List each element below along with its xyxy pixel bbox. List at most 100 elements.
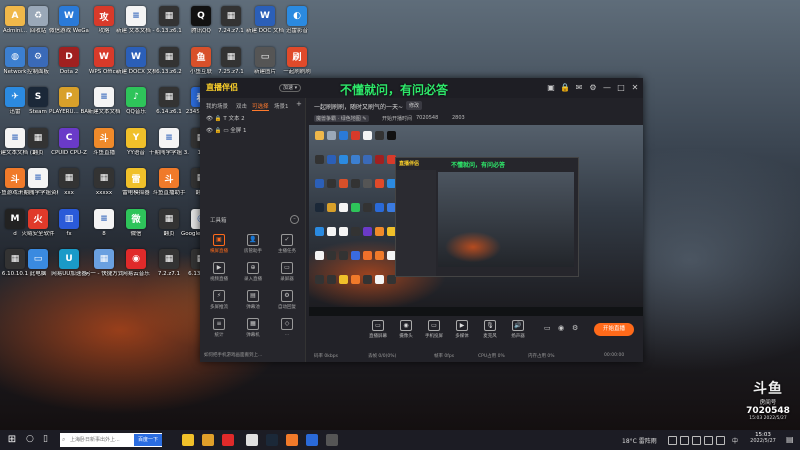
- toolbox-item[interactable]: ≡ 统计: [204, 318, 234, 344]
- desktop-icon-image: ▦: [59, 168, 79, 188]
- tab-my-scenes[interactable]: 我的场景: [206, 102, 228, 110]
- toolbox-item[interactable]: ▦ 弹幕机: [238, 318, 268, 344]
- toolbox-item-label: ...: [284, 332, 290, 337]
- add-scene-button[interactable]: +: [296, 100, 302, 108]
- source-tool-button[interactable]: ◉ 摄像头: [392, 320, 420, 339]
- help-tip-link[interactable]: 如何把手机游戏画面搬到上...: [204, 352, 262, 358]
- desktop-icon[interactable]: ◐ 迅雷影音: [277, 6, 317, 52]
- source-tool-button[interactable]: ▭ 直播屏幕: [364, 320, 392, 339]
- browser-icon[interactable]: [306, 434, 318, 446]
- toolbox-item-label: 统计: [214, 333, 224, 338]
- input-method-indicator[interactable]: 中: [732, 436, 738, 445]
- start-live-button[interactable]: 开始直播: [594, 323, 634, 336]
- toolbox-item[interactable]: ✓ 主播任务: [272, 234, 302, 260]
- chrome-icon[interactable]: [246, 434, 258, 446]
- live-companion-window[interactable]: 直播伴侣 加速 ▾ 不懂就问，有问必答 ▣ 🔒 ✉ ⚙ — □ ✕ 我的场景 双…: [200, 78, 643, 362]
- search-button[interactable]: 百度一下: [134, 434, 162, 446]
- status-duration: 00:00:00: [604, 353, 625, 358]
- desktop-icon-image: ▭: [255, 46, 275, 67]
- windows-start-icon[interactable]: ⊞: [6, 434, 18, 446]
- desktop-icon-label: QQ音乐: [126, 109, 146, 115]
- toolbox-item[interactable]: ▭ 录屏器: [272, 262, 302, 288]
- toolbox-item[interactable]: ◇...: [272, 318, 302, 344]
- search-input[interactable]: [70, 434, 134, 446]
- desktop-icon[interactable]: ▥ fx: [49, 208, 89, 255]
- douyu-companion-icon[interactable]: [286, 434, 298, 446]
- source-tool-icon: 🔊: [512, 320, 524, 331]
- desktop-icon-label: 翻页: [32, 149, 44, 156]
- record-icon[interactable]: ▭: [544, 324, 551, 332]
- tray-chevron-icon[interactable]: [668, 436, 677, 445]
- tab-double-click[interactable]: 双击: [236, 102, 247, 110]
- source-tool-button[interactable]: 🎙 麦克风: [476, 320, 504, 339]
- tab-selectable[interactable]: 可选择: [252, 102, 269, 111]
- stream-preview[interactable]: 直播伴侣 不懂就问，有问必答: [309, 125, 643, 316]
- source-tool-button[interactable]: ▶ 多媒体: [448, 320, 476, 339]
- preview-desktop-icon: [363, 275, 372, 284]
- tray-battery-icon[interactable]: [716, 436, 725, 445]
- desktop-icon-label: xxxxx: [95, 190, 113, 196]
- desktop-icon[interactable]: C CPUID CPU-Z: [49, 127, 89, 174]
- source-tool-button[interactable]: ▭ 手机投屏: [420, 320, 448, 339]
- app-icon[interactable]: [326, 434, 338, 446]
- toolbox-collapse-icon[interactable]: –: [290, 215, 299, 224]
- desktop-icon[interactable]: U 网易UU加速器: [49, 249, 89, 295]
- desktop-icon-image: ◉: [126, 249, 146, 269]
- preview-desktop-icon: [315, 251, 324, 260]
- toolbox-item-label: 弹幕池: [246, 305, 260, 310]
- shirt-icon[interactable]: ▣: [546, 83, 556, 93]
- taskbar-clock[interactable]: 15:03 2022/5/27: [748, 432, 778, 444]
- mail-icon[interactable]: ✉: [574, 83, 584, 93]
- settings-icon[interactable]: ⚙: [572, 324, 578, 332]
- toolbox-item-icon: ⚡: [213, 290, 225, 302]
- desktop-icon-image: ◐: [287, 6, 307, 26]
- weather-widget[interactable]: 18°C 雷阵雨: [622, 436, 657, 445]
- baidu-search-box[interactable]: ⌕ 百度一下: [60, 433, 162, 447]
- settings-icon[interactable]: ⚙: [588, 83, 598, 93]
- close-button[interactable]: ✕: [630, 83, 640, 93]
- preview-desktop-icon: [315, 179, 324, 188]
- desktop-icon-image: P: [59, 87, 79, 107]
- desktop-icon[interactable]: W 微信游戏 WeGame版: [49, 6, 89, 52]
- search-icon[interactable]: ○: [26, 434, 34, 444]
- steam-icon[interactable]: [266, 434, 278, 446]
- maximize-button[interactable]: □: [616, 83, 626, 93]
- edit-title-button[interactable]: 修改: [406, 101, 423, 110]
- toolbox-item[interactable]: ▶ 视频直播: [204, 262, 234, 288]
- preview-desktop-icon: [363, 203, 372, 212]
- category-label[interactable]: 魔兽争霸 · 绿色地图 ✎: [314, 115, 369, 122]
- tab-scene-1[interactable]: 场景1: [274, 102, 289, 110]
- desktop-icon[interactable]: ▦ xxx: [49, 168, 89, 214]
- lock-icon[interactable]: 🔒: [560, 83, 570, 93]
- tray-volume-icon[interactable]: [704, 436, 713, 445]
- tray-network-icon[interactable]: [692, 436, 701, 445]
- toolbox-item-label: 多屏推流: [210, 305, 228, 310]
- toolbox-item-icon: ◇: [281, 318, 293, 330]
- desktop-icon[interactable]: D Dota 2: [49, 46, 89, 93]
- desktop-icon-label: 雷电模拟器: [122, 190, 150, 196]
- toolbox-item[interactable]: ▣ 横屏直播: [204, 234, 234, 260]
- tray-app-icon[interactable]: [680, 436, 689, 445]
- minimize-button[interactable]: —: [602, 83, 612, 93]
- toolbox-item-label: 房管助手: [244, 249, 262, 254]
- window-titlebar[interactable]: 直播伴侣 加速 ▾ 不懂就问，有问必答 ▣ 🔒 ✉ ⚙ — □ ✕: [200, 78, 643, 98]
- toolbox-item[interactable]: ▤ 弹幕池: [238, 290, 268, 316]
- eye-icon[interactable]: ◉: [558, 324, 564, 332]
- file-explorer-icon[interactable]: [182, 434, 194, 446]
- notification-icon[interactable]: ▤: [786, 435, 794, 444]
- netease-music-icon[interactable]: [222, 434, 234, 446]
- scene-item[interactable]: 👁 🔒 T 文本 2: [206, 114, 245, 122]
- toolbox-item[interactable]: ⊕ 录入直播: [238, 262, 268, 288]
- scene-item[interactable]: 👁 🔒 ▭ 全屏 1: [206, 126, 247, 134]
- source-tool-button[interactable]: 🔊 扬声器: [504, 320, 532, 339]
- accelerate-badge[interactable]: 加速 ▾: [279, 84, 302, 92]
- task-view-icon[interactable]: ▯: [43, 434, 48, 444]
- toolbox-item[interactable]: ⚡ 多屏推流: [204, 290, 234, 316]
- toolbox-item[interactable]: 👤 房管助手: [238, 234, 268, 260]
- status-memory: 内存占用 0%: [528, 354, 555, 359]
- desktop-icon[interactable]: P PLAYERU... BATTLEGR...: [49, 87, 89, 133]
- desktop-icon-image: ≡: [159, 127, 179, 148]
- toolbox-item[interactable]: ⚙ 自动回复: [272, 290, 302, 316]
- room-info-row: 魔兽争霸 · 绿色地图 ✎ 开始开播时间 7020548 2803: [312, 114, 632, 124]
- folder-icon[interactable]: [202, 434, 214, 446]
